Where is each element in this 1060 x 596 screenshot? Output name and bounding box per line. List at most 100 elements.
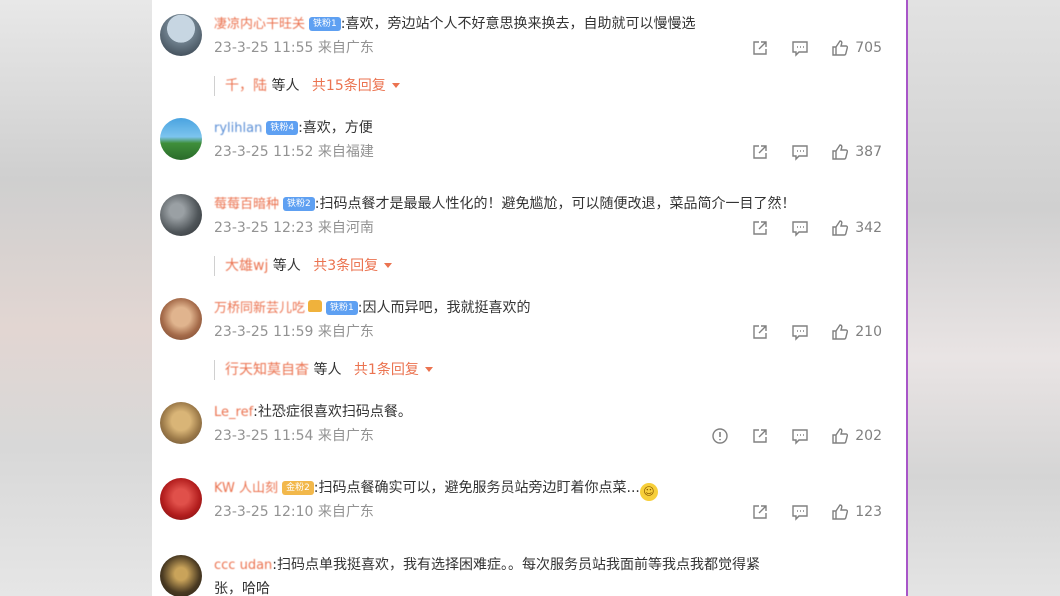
reply-count-link[interactable]: 共1条回复 [354, 362, 419, 378]
like-button[interactable]: 210 [831, 323, 882, 341]
like-count: 123 [855, 504, 882, 520]
comment-panel: 凄凉内心干旺关 铁粉1:喜欢，旁边站个人不好意思换来换去，自助就可以慢慢选 23-… [152, 0, 906, 596]
user-name[interactable]: Le_ref [214, 405, 253, 420]
fan-badge[interactable]: 金粉2 [282, 481, 314, 495]
share-button[interactable] [751, 427, 769, 445]
user-name[interactable]: KW 人山刻 [214, 481, 278, 496]
comment-button[interactable] [791, 427, 809, 445]
background-right [908, 0, 1060, 596]
caret-down-icon[interactable] [424, 367, 433, 372]
fan-badge[interactable]: 铁粉1 [309, 17, 341, 31]
comment-actions: 387 [729, 142, 882, 162]
comment-meta: 23-3-25 11:59 来自广东 [214, 324, 374, 340]
report-icon [712, 428, 728, 444]
comment-meta: 23-3-25 12:10 来自广东 [214, 504, 374, 520]
reply-user-names[interactable]: 千，陆 [225, 78, 267, 94]
thumbs-up-icon [832, 144, 849, 160]
reply-count-link[interactable]: 共15条回复 [312, 78, 386, 94]
fan-badge[interactable]: 铁粉2 [283, 197, 315, 211]
avatar[interactable] [160, 194, 202, 236]
share-icon [753, 325, 767, 339]
comment-actions: 705 [729, 38, 882, 58]
share-button[interactable] [751, 323, 769, 341]
comment-button[interactable] [791, 503, 809, 521]
comment-meta: 23-3-25 12:23 来自河南 [214, 220, 374, 236]
reply-user-names[interactable]: 行天知莫自杳 [225, 362, 309, 378]
user-name[interactable]: 万桥同新芸儿吃 [214, 301, 305, 316]
comment-button[interactable] [791, 143, 809, 161]
avatar[interactable] [160, 298, 202, 340]
comment-button[interactable] [791, 219, 809, 237]
caret-down-icon[interactable] [384, 263, 393, 268]
reply-summary[interactable]: 大雄wj 等人 共3条回复 [214, 256, 393, 276]
thumbs-up-icon [832, 504, 849, 520]
fan-badge[interactable]: 铁粉4 [266, 121, 299, 135]
like-count: 387 [855, 144, 882, 160]
user-name[interactable]: ccc udan [214, 558, 272, 573]
comment-actions: 210 [729, 322, 882, 342]
comment-icon [792, 221, 808, 237]
caret-down-icon[interactable] [391, 83, 400, 88]
comment-icon [792, 505, 808, 521]
comment-icon [792, 41, 808, 57]
like-count: 202 [855, 428, 882, 444]
comment-meta: 23-3-25 11:54 来自广东 [214, 428, 374, 444]
comment-actions: 123 [729, 502, 882, 522]
thumbs-up-icon [832, 40, 849, 56]
avatar[interactable] [160, 402, 202, 444]
avatar[interactable] [160, 555, 202, 596]
share-icon [753, 145, 767, 159]
reply-summary[interactable]: 行天知莫自杳 等人 共1条回复 [214, 360, 433, 380]
comment-button[interactable] [791, 39, 809, 57]
like-button[interactable]: 705 [831, 39, 882, 57]
share-icon [753, 221, 767, 235]
reply-summary[interactable]: 千，陆 等人 共15条回复 [214, 76, 400, 96]
comment-icon [792, 325, 808, 341]
like-button[interactable]: 387 [831, 143, 882, 161]
comment-text: :扫码点单我挺喜欢，我有选择困难症。。每次服务员站我面前等我点我都觉得紧 [272, 557, 760, 573]
share-button[interactable] [751, 39, 769, 57]
reply-user-names[interactable]: 大雄wj [225, 258, 268, 274]
comment-text-continued: 张，哈哈 [214, 581, 270, 596]
avatar[interactable] [160, 118, 202, 160]
comment-text: :扫码点餐才是最最人性化的！避免尴尬，可以随便改退，菜品简介一目了然！ [314, 196, 796, 212]
reply-suffix: 等人 [271, 78, 300, 94]
thumbs-up-icon [832, 428, 849, 444]
user-name[interactable]: rylihlan [214, 121, 262, 136]
background-left [0, 0, 152, 596]
share-button[interactable] [751, 143, 769, 161]
panel-border [906, 0, 908, 596]
like-count: 705 [855, 40, 882, 56]
comment-button[interactable] [791, 323, 809, 341]
reply-count-link[interactable]: 共3条回复 [313, 258, 378, 274]
comment-icon [792, 429, 808, 445]
comment-text: :喜欢，旁边站个人不好意思换来换去，自助就可以慢慢选 [340, 16, 696, 32]
like-count: 342 [855, 220, 882, 236]
share-icon [753, 429, 767, 443]
share-button[interactable] [751, 503, 769, 521]
comment-meta: 23-3-25 11:55 来自广东 [214, 40, 374, 56]
avatar[interactable] [160, 14, 202, 56]
grin-emoji-icon: ☺ [639, 483, 658, 501]
thumbs-up-icon [832, 220, 849, 236]
fan-badge[interactable]: 铁粉1 [326, 301, 358, 315]
comment-text: :因人而异吧，我就挺喜欢的 [357, 300, 531, 316]
comment-icon [792, 145, 808, 161]
user-name[interactable]: 凄凉内心干旺关 [214, 17, 305, 32]
comment-text: :扫码点餐确实可以，避免服务员站旁边盯着你点菜... [313, 480, 640, 496]
like-button[interactable]: 123 [831, 503, 882, 521]
comment-actions: 342 [729, 218, 882, 238]
user-name[interactable]: 莓莓百暗种 [214, 197, 279, 212]
crown-icon [308, 300, 323, 312]
thumbs-up-icon [832, 324, 849, 340]
avatar[interactable] [160, 478, 202, 520]
share-icon [753, 41, 767, 55]
reply-suffix: 等人 [313, 362, 342, 378]
like-button[interactable]: 202 [831, 427, 882, 445]
share-button[interactable] [751, 219, 769, 237]
comment-text: :社恐症很喜欢扫码点餐。 [253, 404, 412, 420]
report-button[interactable] [711, 427, 729, 445]
share-icon [753, 505, 767, 519]
like-button[interactable]: 342 [831, 219, 882, 237]
like-count: 210 [855, 324, 882, 340]
